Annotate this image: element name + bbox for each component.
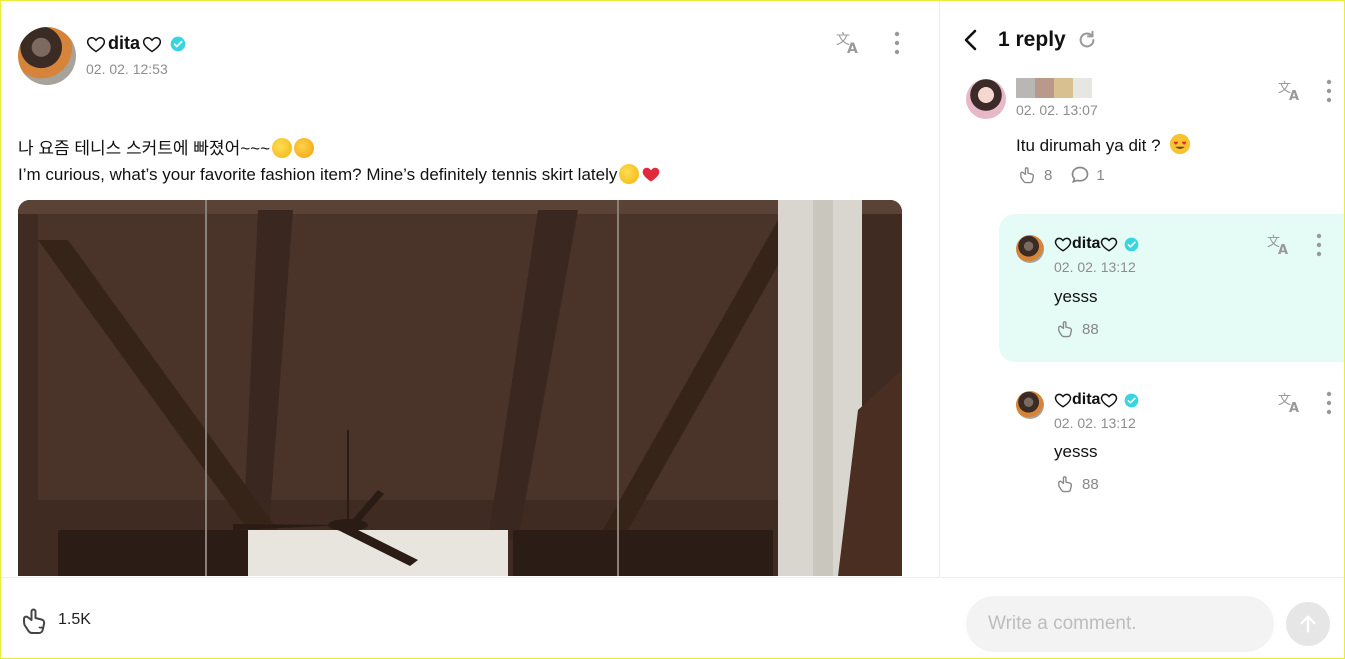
comment-bubble-icon[interactable] <box>1070 165 1090 185</box>
reply-author-avatar[interactable] <box>1016 235 1044 263</box>
comment-timestamp: 02. 02. 13:07 <box>1016 102 1098 118</box>
post-like-count: 1.5K <box>58 611 91 628</box>
reply-author-avatar[interactable] <box>1016 391 1044 419</box>
translate-icon[interactable]: 文 A <box>1267 233 1293 257</box>
reply-author-name: dita <box>1072 391 1101 408</box>
post-author-name: dita <box>108 33 141 53</box>
arrow-up-icon <box>1300 615 1316 633</box>
translate-icon[interactable]: 文 A <box>1278 79 1304 103</box>
svg-text:A: A <box>1278 243 1288 257</box>
comment-composer <box>941 577 1345 659</box>
verified-badge-icon <box>170 36 186 51</box>
reply-timestamp: 02. 02. 13:12 <box>1054 259 1136 275</box>
send-button[interactable] <box>1286 602 1330 646</box>
post-author-avatar[interactable] <box>18 27 76 85</box>
translate-icon[interactable]: 文 A <box>835 30 863 56</box>
verified-badge-icon <box>1125 393 1139 407</box>
heart-icon <box>1101 237 1118 252</box>
heart-icon <box>86 36 106 52</box>
heart-icon <box>1054 393 1072 408</box>
post-photo-scene <box>18 200 902 576</box>
reply-text: yesss <box>1054 287 1098 306</box>
comment-input[interactable] <box>966 596 1274 652</box>
like-hand-icon[interactable] <box>1054 319 1076 339</box>
svg-text:A: A <box>1289 89 1299 103</box>
squinting-tongue-emoji-icon <box>294 138 314 158</box>
post-text-english: I’m curious, what’s your favorite fashio… <box>18 164 661 185</box>
reply-timestamp: 02. 02. 13:12 <box>1054 415 1136 431</box>
comment-reply-count: 1 <box>1096 166 1105 184</box>
commenter-avatar[interactable] <box>966 79 1006 119</box>
post-photo[interactable] <box>18 200 902 576</box>
post-author[interactable]: dita <box>86 33 186 54</box>
more-vertical-icon[interactable] <box>1320 391 1338 415</box>
red-heart-emoji-icon <box>643 167 660 182</box>
comment-stats: 8 1 <box>1016 165 1105 185</box>
post-text-korean: 나 요즘 테니스 스커트에 빠졌어~~~ <box>18 134 314 159</box>
translate-icon[interactable]: 文 A <box>1278 391 1304 415</box>
more-vertical-icon[interactable] <box>1310 233 1328 257</box>
verified-badge-icon <box>1125 237 1139 251</box>
reply-count-title: 1 reply <box>998 28 1066 51</box>
reply-stats: 88 <box>1054 474 1099 494</box>
masked-username <box>1016 78 1092 98</box>
heart-icon <box>1054 237 1072 252</box>
chevron-left-icon[interactable] <box>961 28 981 52</box>
reply-stats: 88 <box>1054 319 1099 339</box>
post-timestamp: 02. 02. 12:53 <box>86 61 168 77</box>
refresh-icon[interactable] <box>1076 29 1098 51</box>
post-footer: 1.5K <box>0 577 940 659</box>
like-hand-icon[interactable] <box>18 605 50 637</box>
reply-author[interactable]: dita <box>1054 235 1139 253</box>
heart-icon <box>1101 393 1118 408</box>
reply-like-count: 88 <box>1082 320 1099 338</box>
svg-text:A: A <box>847 41 858 56</box>
like-hand-icon[interactable] <box>1016 165 1038 185</box>
reply-text: yesss <box>1054 442 1098 461</box>
like-hand-icon[interactable] <box>1054 474 1076 494</box>
post-text-korean-body: 나 요즘 테니스 스커트에 빠졌어~~~ <box>18 139 270 158</box>
comment-like-count: 8 <box>1044 166 1053 184</box>
reply-like-count: 88 <box>1082 475 1099 493</box>
reply-author[interactable]: dita <box>1054 391 1139 409</box>
comments-pane: 1 reply 02. 02. 13:07 文 A Itu dirumah ya… <box>941 0 1345 659</box>
post-text-english-body: I’m curious, what’s your favorite fashio… <box>18 165 618 184</box>
pensive-emoji-icon <box>619 164 640 184</box>
comment-text: Itu dirumah ya dit ? <box>1016 133 1191 156</box>
heart-icon <box>142 36 162 52</box>
heart-eyes-emoji-icon <box>1170 133 1191 155</box>
post-pane: dita 02. 02. 12:53 文 A 나 요즘 테니스 스커트에 빠졌어… <box>0 0 940 659</box>
more-vertical-icon[interactable] <box>1320 79 1338 103</box>
reply-author-name: dita <box>1072 235 1101 252</box>
svg-text:A: A <box>1289 401 1299 415</box>
highlighted-reply <box>999 214 1345 362</box>
rofl-emoji-icon <box>272 138 292 158</box>
more-vertical-icon[interactable] <box>886 30 908 56</box>
comment-text-body: Itu dirumah ya dit ? <box>1016 136 1161 155</box>
